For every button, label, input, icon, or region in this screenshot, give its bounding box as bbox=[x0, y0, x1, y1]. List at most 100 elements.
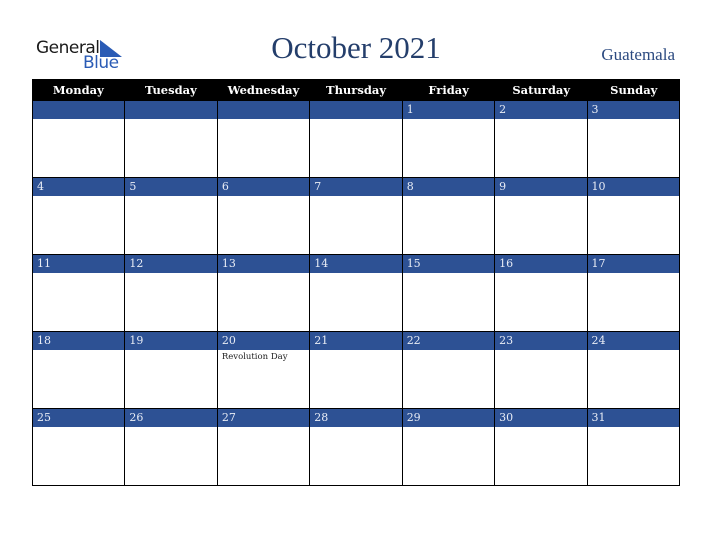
holiday-note bbox=[310, 427, 401, 429]
day-cell[interactable] bbox=[32, 101, 125, 177]
day-cell[interactable]: 29 bbox=[401, 409, 495, 485]
day-cell[interactable]: 1 bbox=[401, 101, 495, 177]
day-cell[interactable]: 2 bbox=[494, 101, 587, 177]
day-cell[interactable]: 6 bbox=[216, 178, 310, 254]
holiday-note bbox=[125, 196, 216, 198]
day-cell[interactable]: 31 bbox=[586, 409, 680, 485]
day-number: 22 bbox=[402, 332, 495, 350]
day-cell[interactable] bbox=[216, 101, 310, 177]
week-row: 4 5 6 7 8 9 10 bbox=[32, 178, 680, 255]
weekday-tuesday: Tuesday bbox=[144, 83, 197, 97]
day-cell[interactable]: 10 bbox=[586, 178, 680, 254]
day-cell[interactable]: 23 bbox=[494, 332, 587, 408]
holiday-note bbox=[33, 427, 124, 429]
day-number: 17 bbox=[587, 255, 679, 273]
day-number bbox=[217, 101, 310, 119]
day-cell[interactable]: 18 bbox=[32, 332, 125, 408]
day-number: 28 bbox=[310, 409, 402, 427]
day-cell[interactable]: 28 bbox=[309, 409, 402, 485]
day-number: 19 bbox=[125, 332, 217, 350]
holiday-note bbox=[310, 196, 401, 198]
holiday-note bbox=[125, 350, 216, 352]
day-number: 5 bbox=[125, 178, 217, 196]
calendar-grid: Monday Tuesday Wednesday Thursday Friday… bbox=[32, 79, 680, 486]
holiday-note bbox=[588, 273, 679, 275]
holiday-note bbox=[33, 119, 124, 121]
day-number: 25 bbox=[33, 409, 125, 427]
day-number: 20 bbox=[217, 332, 310, 350]
weeks-container: 1 2 3 4 5 6 7 8 9 10 11 12 13 14 15 16 17 18 19 20 Revolutio… bbox=[32, 101, 680, 486]
day-number: 9 bbox=[495, 178, 587, 196]
week-row: 123 bbox=[32, 101, 680, 178]
holiday-note bbox=[495, 350, 586, 352]
holiday-note bbox=[495, 119, 586, 121]
day-cell[interactable]: 8 bbox=[401, 178, 495, 254]
day-cell[interactable]: 7 bbox=[309, 178, 402, 254]
day-cell[interactable] bbox=[124, 101, 217, 177]
day-cell[interactable]: 26 bbox=[124, 409, 217, 485]
holiday-note bbox=[33, 196, 124, 198]
day-cell[interactable]: 4 bbox=[32, 178, 125, 254]
day-number: 21 bbox=[310, 332, 402, 350]
week-row: 11 12 13 14 15 16 17 bbox=[32, 255, 680, 332]
day-number: 2 bbox=[495, 101, 587, 119]
holiday-note: Revolution Day bbox=[221, 352, 288, 362]
weekday-header: Monday Tuesday Wednesday Thursday Friday… bbox=[32, 79, 680, 101]
day-cell[interactable]: 21 bbox=[309, 332, 402, 408]
day-number: 29 bbox=[402, 409, 495, 427]
day-cell[interactable]: 17 bbox=[586, 255, 680, 331]
day-cell[interactable] bbox=[309, 101, 402, 177]
country-label: Guatemala bbox=[601, 45, 675, 64]
day-cell[interactable]: 3 bbox=[586, 101, 680, 177]
weekday-thursday: Thursday bbox=[326, 83, 387, 97]
weekday-monday: Monday bbox=[52, 83, 104, 97]
day-number: 1 bbox=[402, 101, 495, 119]
holiday-note bbox=[218, 119, 309, 121]
holiday-note bbox=[218, 427, 309, 429]
day-cell[interactable]: 20 Revolution Day bbox=[216, 332, 310, 408]
day-number: 6 bbox=[217, 178, 310, 196]
day-cell[interactable]: 22 bbox=[401, 332, 495, 408]
day-cell[interactable]: 15 bbox=[401, 255, 495, 331]
holiday-note bbox=[218, 196, 309, 198]
day-number: 23 bbox=[495, 332, 587, 350]
day-number: 24 bbox=[587, 332, 679, 350]
day-number: 8 bbox=[402, 178, 495, 196]
holiday-note bbox=[403, 119, 494, 121]
day-cell[interactable]: 5 bbox=[124, 178, 217, 254]
weekday-friday: Friday bbox=[428, 83, 469, 97]
day-number: 18 bbox=[33, 332, 125, 350]
holiday-note bbox=[125, 273, 216, 275]
day-cell[interactable]: 11 bbox=[32, 255, 125, 331]
day-number: 12 bbox=[125, 255, 217, 273]
day-number: 7 bbox=[310, 178, 402, 196]
holiday-note bbox=[588, 350, 679, 352]
day-cell[interactable]: 27 bbox=[216, 409, 310, 485]
day-cell[interactable]: 16 bbox=[494, 255, 587, 331]
holiday-note bbox=[495, 427, 586, 429]
weekday-sunday: Sunday bbox=[610, 83, 658, 97]
holiday-note bbox=[495, 196, 586, 198]
holiday-note bbox=[588, 119, 679, 121]
day-cell[interactable]: 13 bbox=[216, 255, 310, 331]
day-number: 15 bbox=[402, 255, 495, 273]
holiday-note bbox=[403, 273, 494, 275]
day-number: 13 bbox=[217, 255, 310, 273]
holiday-note bbox=[310, 119, 401, 121]
day-cell[interactable]: 14 bbox=[309, 255, 402, 331]
week-row: 18 19 20 Revolution Day 21 22 23 24 bbox=[32, 332, 680, 409]
day-number: 14 bbox=[310, 255, 402, 273]
day-cell[interactable]: 25 bbox=[32, 409, 125, 485]
day-cell[interactable]: 9 bbox=[494, 178, 587, 254]
day-cell[interactable]: 19 bbox=[124, 332, 217, 408]
holiday-note bbox=[403, 196, 494, 198]
day-cell[interactable]: 30 bbox=[494, 409, 587, 485]
holiday-note bbox=[403, 427, 494, 429]
day-cell[interactable]: 12 bbox=[124, 255, 217, 331]
holiday-note bbox=[218, 273, 309, 275]
holiday-note bbox=[403, 350, 494, 352]
holiday-note bbox=[33, 273, 124, 275]
day-number bbox=[33, 101, 125, 119]
day-cell[interactable]: 24 bbox=[586, 332, 680, 408]
day-number: 10 bbox=[587, 178, 679, 196]
